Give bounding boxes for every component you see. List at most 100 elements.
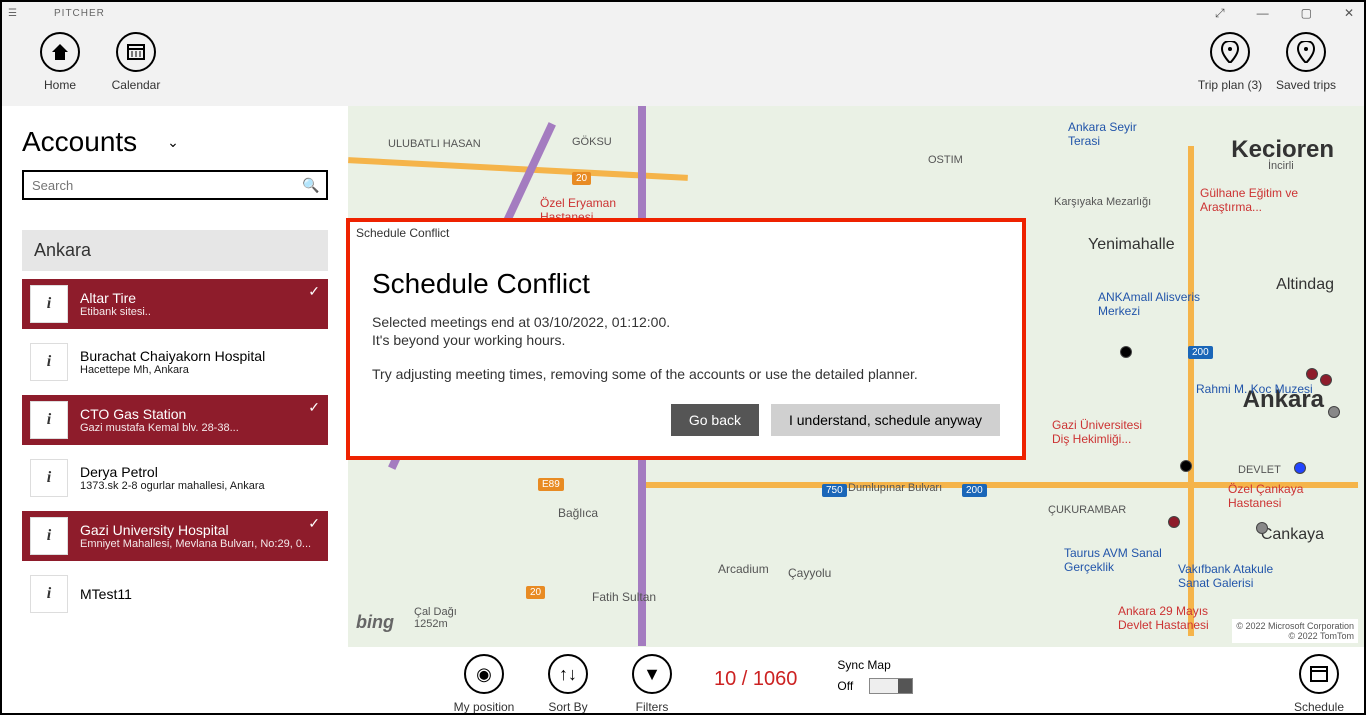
map-label: Yenimahalle — [1088, 236, 1175, 254]
map-pin[interactable] — [1306, 368, 1318, 380]
road-shield: E89 — [538, 478, 564, 491]
account-item[interactable]: i Gazi University Hospital Emniyet Mahal… — [22, 511, 328, 561]
map-label: GÖKSU — [572, 136, 612, 148]
map-pin[interactable] — [1320, 374, 1332, 386]
filter-icon: ▼ — [632, 654, 672, 694]
info-icon[interactable]: i — [30, 401, 68, 439]
maximize-icon[interactable]: ▢ — [1297, 6, 1316, 21]
expand-icon[interactable]: ⤢ — [1211, 6, 1229, 21]
map-label: Çayyolu — [788, 566, 831, 580]
dialog-line2: It's beyond your working hours. — [372, 332, 1000, 348]
trip-plan-icon — [1210, 32, 1250, 72]
dialog-mini-title: Schedule Conflict — [350, 222, 1022, 244]
map-label: Cankaya — [1261, 526, 1324, 544]
map-pin[interactable] — [1256, 522, 1268, 534]
home-button[interactable]: Home — [22, 32, 98, 97]
titlebar: ☰ PITCHER ⤢ — ▢ ✕ — [2, 2, 1364, 24]
saved-trips-label: Saved trips — [1268, 78, 1344, 92]
map-poi: Ankara Seyir Terasi — [1068, 120, 1137, 148]
account-name: MTest11 — [80, 586, 132, 602]
map-label: DEVLET — [1238, 464, 1281, 476]
sync-map-control: Sync Map Off — [837, 658, 913, 694]
account-item[interactable]: i Altar Tire Etibank sitesi.. ✓ — [22, 279, 328, 329]
saved-trips-button[interactable]: Saved trips — [1268, 32, 1344, 97]
schedule-label: Schedule — [1294, 700, 1344, 713]
info-icon[interactable]: i — [30, 575, 68, 613]
map-poi: Özel Çankaya Hastanesi — [1228, 482, 1303, 510]
account-item[interactable]: i CTO Gas Station Gazi mustafa Kemal blv… — [22, 395, 328, 445]
calendar-icon — [1299, 654, 1339, 694]
account-name: Gazi University Hospital — [80, 522, 311, 538]
my-position-label: My position — [442, 700, 526, 713]
info-icon[interactable]: i — [30, 285, 68, 323]
account-item[interactable]: i Derya Petrol 1373.sk 2-8 ogurlar mahal… — [22, 453, 328, 503]
account-sub: Hacettepe Mh, Ankara — [80, 364, 265, 376]
dialog-line1: Selected meetings end at 03/10/2022, 01:… — [372, 314, 1000, 330]
trip-plan-button[interactable]: Trip plan (3) — [1192, 32, 1268, 97]
filters-label: Filters — [610, 700, 694, 713]
filters-button[interactable]: ▼ Filters — [610, 654, 694, 713]
my-position-button[interactable]: ◉ My position — [442, 654, 526, 713]
map-copy-1: © 2022 Microsoft Corporation — [1236, 621, 1354, 631]
account-sub: Etibank sitesi.. — [80, 306, 151, 318]
minimize-icon[interactable]: — — [1253, 6, 1273, 21]
dialog-title: Schedule Conflict — [372, 268, 1000, 300]
map-poi: Taurus AVM Sanal Gerçeklik — [1064, 546, 1162, 574]
app-title: PITCHER — [54, 8, 105, 19]
map-poi: ANKAmall Alisveris Merkezi — [1098, 290, 1200, 318]
sort-by-label: Sort By — [526, 700, 610, 713]
map-pin[interactable] — [1294, 462, 1306, 474]
map-pin[interactable] — [1180, 460, 1192, 472]
road-shield: 750 — [822, 484, 847, 497]
map-poi: Gülhane Eğitim ve Araştırma... — [1200, 186, 1298, 214]
road-shield: 20 — [572, 172, 591, 185]
calendar-button[interactable]: Calendar — [98, 32, 174, 97]
hamburger-icon[interactable]: ☰ — [8, 8, 24, 19]
map-pin[interactable] — [1168, 516, 1180, 528]
road-shield: 20 — [526, 586, 545, 599]
sidebar-title-text: Accounts — [22, 126, 137, 158]
map-pin[interactable] — [1328, 406, 1340, 418]
info-icon[interactable]: i — [30, 517, 68, 555]
map-label: İncirli — [1268, 160, 1294, 172]
schedule-anyway-button[interactable]: I understand, schedule anyway — [771, 404, 1000, 436]
sort-icon: ↑↓ — [548, 654, 588, 694]
map-poi: Vakıfbank Atakule Sanat Galerisi — [1178, 562, 1273, 590]
account-name: Altar Tire — [80, 290, 151, 306]
map-copy-2: © 2022 TomTom — [1236, 631, 1354, 641]
bing-logo: bing — [356, 612, 394, 633]
sync-label: Sync Map — [837, 658, 913, 672]
account-sub: Emniyet Mahallesi, Mevlana Bulvarı, No:2… — [80, 538, 311, 550]
map-poi: Rahmi M. Koc Muzesi — [1196, 382, 1313, 396]
info-icon[interactable]: i — [30, 459, 68, 497]
schedule-button[interactable]: Schedule — [1294, 654, 1344, 713]
account-name: Burachat Chaiyakorn Hospital — [80, 348, 265, 364]
top-toolbar: Home Calendar Trip plan (3) Saved trips — [2, 24, 1364, 106]
map-label: OSTIM — [928, 154, 963, 166]
chevron-down-icon: ⌄ — [167, 134, 179, 151]
map-label: ULUBATLI HASAN — [388, 138, 481, 150]
account-item[interactable]: i Burachat Chaiyakorn Hospital Hacettepe… — [22, 337, 328, 387]
map-label: Fatih Sultan — [592, 590, 656, 604]
account-item[interactable]: i MTest11 — [22, 569, 328, 619]
dialog-line3: Try adjusting meeting times, removing so… — [372, 366, 1000, 382]
search-field[interactable]: 🔍 — [22, 170, 328, 200]
check-icon: ✓ — [308, 283, 320, 300]
map-pin[interactable] — [1120, 346, 1132, 358]
map-label: Dumlupınar Bulvarı — [848, 482, 942, 494]
sidebar-title[interactable]: Accounts ⌄ — [22, 126, 328, 158]
home-label: Home — [22, 78, 98, 92]
info-icon[interactable]: i — [30, 343, 68, 381]
road-shield: 200 — [1188, 346, 1213, 359]
sync-toggle[interactable] — [869, 678, 913, 694]
search-input[interactable] — [24, 172, 296, 198]
accounts-sidebar: Accounts ⌄ 🔍 Ankara i Altar Tire Etibank… — [2, 106, 348, 647]
sort-by-button[interactable]: ↑↓ Sort By — [526, 654, 610, 713]
go-back-button[interactable]: Go back — [671, 404, 759, 436]
check-icon: ✓ — [308, 515, 320, 532]
account-sub: 1373.sk 2-8 ogurlar mahallesi, Ankara — [80, 480, 265, 492]
map-label: ÇUKURAMBAR — [1048, 504, 1126, 516]
close-icon[interactable]: ✕ — [1340, 6, 1358, 21]
result-counter: 10 / 1060 — [714, 668, 797, 691]
search-icon[interactable]: 🔍 — [296, 172, 326, 198]
